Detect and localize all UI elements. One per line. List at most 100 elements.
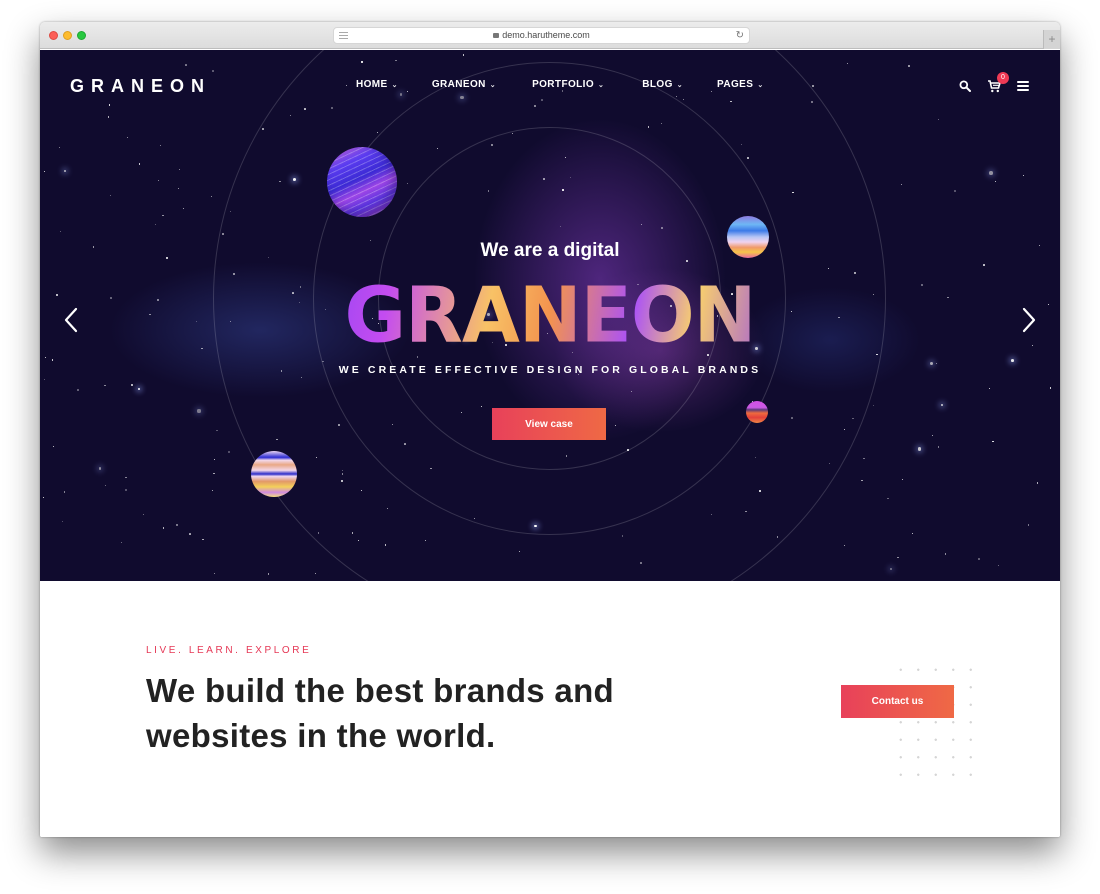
star xyxy=(908,65,910,68)
star xyxy=(137,388,140,391)
star xyxy=(897,556,899,559)
star xyxy=(216,429,218,432)
star xyxy=(176,524,178,526)
star xyxy=(59,230,62,232)
star xyxy=(43,170,45,173)
planet-pastel-striped xyxy=(251,451,297,497)
new-tab-button[interactable]: + xyxy=(1043,30,1060,49)
star xyxy=(178,168,181,171)
star xyxy=(861,479,863,482)
site-logo[interactable]: GRANEON xyxy=(70,76,211,97)
nav-label: PORTFOLIO xyxy=(532,79,594,90)
nav-item-portfolio[interactable]: PORTFOLIO ⌄ xyxy=(532,79,604,90)
star xyxy=(847,63,849,64)
star xyxy=(138,162,141,165)
star xyxy=(940,403,944,407)
browser-titlebar: demo.harutheme.com ↻ + xyxy=(40,22,1060,49)
browser-window: demo.harutheme.com ↻ + GRANEON HOME ⌄ GRA… xyxy=(40,22,1060,837)
star xyxy=(862,457,865,460)
star xyxy=(1049,387,1052,389)
intro-section: LIVE. LEARN. EXPLORE We build the best b… xyxy=(40,581,1060,837)
intro-eyebrow: LIVE. LEARN. EXPLORE xyxy=(146,645,312,656)
star xyxy=(63,491,65,493)
star xyxy=(228,450,231,453)
nav-label: PAGES xyxy=(717,79,754,90)
star xyxy=(988,388,990,390)
star xyxy=(900,183,902,186)
star xyxy=(989,171,993,176)
nav-item-blog[interactable]: BLOG ⌄ xyxy=(642,79,683,90)
planet-large-purple xyxy=(327,147,397,217)
chevron-down-icon: ⌄ xyxy=(391,81,398,89)
star xyxy=(210,196,212,198)
star xyxy=(1036,482,1039,484)
nav-item-graneon[interactable]: GRANEON ⌄ xyxy=(432,79,496,90)
star xyxy=(937,446,940,448)
minimize-window-button[interactable] xyxy=(63,31,72,40)
star xyxy=(177,187,180,190)
star xyxy=(954,190,956,193)
star xyxy=(213,573,215,575)
nav-label: BLOG xyxy=(642,79,673,90)
star xyxy=(938,118,940,120)
star xyxy=(315,573,317,575)
star xyxy=(126,136,129,139)
star xyxy=(889,567,892,570)
star xyxy=(183,207,184,209)
reader-view-icon[interactable] xyxy=(339,32,348,39)
url-text: demo.harutheme.com xyxy=(502,30,590,40)
star xyxy=(104,485,106,487)
star xyxy=(1027,524,1030,527)
reload-icon[interactable]: ↻ xyxy=(736,28,744,43)
hamburger-menu-icon[interactable] xyxy=(1017,81,1029,91)
star xyxy=(917,446,922,451)
main-nav: HOME ⌄ GRANEON ⌄ PORTFOLIO ⌄ BLOG ⌄ PAGES ⌄ xyxy=(356,79,798,90)
search-icon[interactable] xyxy=(959,80,971,92)
cart-count-badge: 0 xyxy=(997,72,1009,84)
star xyxy=(944,553,947,555)
hero-title: GRANEON xyxy=(40,277,1060,354)
star xyxy=(98,467,102,470)
star xyxy=(154,224,157,226)
star xyxy=(995,181,997,182)
star xyxy=(104,384,106,387)
headline-line-2: websites in the world. xyxy=(146,717,496,754)
chevron-down-icon: ⌄ xyxy=(676,81,684,89)
star xyxy=(45,356,47,358)
star xyxy=(887,497,889,500)
star xyxy=(185,64,187,66)
star xyxy=(51,359,54,361)
nav-label: GRANEON xyxy=(431,79,486,90)
planet-small-red xyxy=(746,401,768,423)
star xyxy=(52,446,54,448)
star xyxy=(1011,358,1014,362)
star xyxy=(124,488,127,491)
star xyxy=(214,458,216,460)
star xyxy=(109,194,112,197)
star xyxy=(121,541,123,544)
star xyxy=(63,170,66,173)
star xyxy=(58,147,60,148)
address-bar[interactable]: demo.harutheme.com ↻ xyxy=(333,27,750,44)
star xyxy=(131,383,134,386)
star xyxy=(992,440,994,443)
nav-item-home[interactable]: HOME ⌄ xyxy=(356,79,398,90)
nav-item-pages[interactable]: PAGES ⌄ xyxy=(717,79,764,90)
star xyxy=(902,479,903,481)
contact-us-button[interactable]: Contact us xyxy=(841,685,954,718)
star xyxy=(213,472,216,475)
star xyxy=(997,565,999,566)
maximize-window-button[interactable] xyxy=(77,31,86,40)
close-window-button[interactable] xyxy=(49,31,58,40)
lock-icon xyxy=(493,33,500,38)
chevron-down-icon: ⌄ xyxy=(489,81,497,89)
view-case-button[interactable]: View case xyxy=(492,408,606,440)
star xyxy=(202,538,204,540)
star xyxy=(931,435,934,437)
hero-slider: GRANEON HOME ⌄ GRANEON ⌄ PORTFOLIO ⌄ BLOG ⌄ … xyxy=(40,50,1060,581)
star xyxy=(212,489,214,491)
star xyxy=(843,544,845,546)
star xyxy=(189,533,191,535)
star xyxy=(159,145,161,147)
chevron-down-icon: ⌄ xyxy=(598,81,605,89)
